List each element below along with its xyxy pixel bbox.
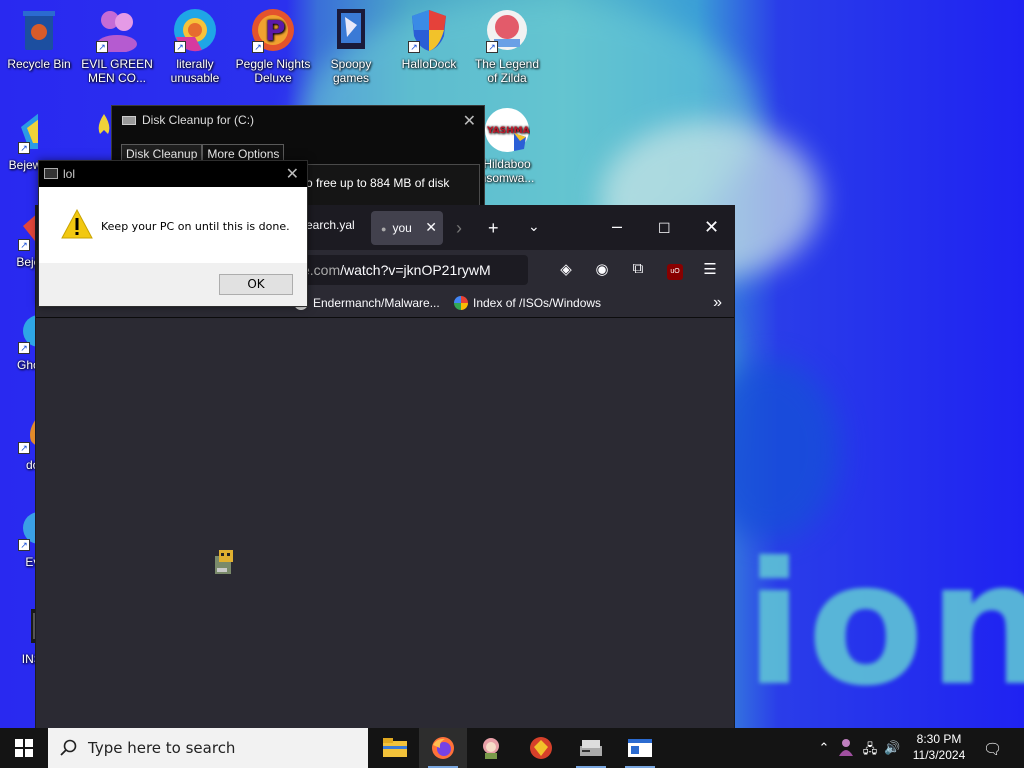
bookmark-label: Index of /ISOs/Windows (473, 296, 602, 310)
desktop-icon-label: Recycle Bin (7, 57, 71, 71)
close-window-icon[interactable]: ✕ (704, 218, 719, 236)
extensions-icon[interactable]: ⧉ (628, 260, 648, 280)
desktop-icon-bejeweled-2[interactable]: ↗ Beje Del (1, 205, 38, 269)
yashma-text: YASHMA (486, 126, 530, 136)
desktop-icon-label: Spoopy games (330, 57, 372, 85)
chrome-like-icon: ↗ (172, 7, 218, 53)
spade-icon[interactable] (94, 110, 112, 153)
zilda-icon: ↗ (484, 7, 530, 53)
desktop-icon-label: EVIL GREEN MEN CO... (81, 57, 153, 85)
chevron-up-icon[interactable]: ⌃ (816, 740, 832, 756)
yashma-icon: YASHMA (484, 107, 530, 153)
url-path: /watch?v=jknOP21rywM (340, 262, 491, 278)
recycle-bin-icon (16, 7, 62, 53)
games-folder-icon (328, 7, 374, 53)
bejeweled-icon: ↗ (16, 108, 38, 154)
shortcut-arrow-icon: ↗ (252, 41, 264, 53)
shortcut-arrow-icon: ↗ (408, 41, 420, 53)
desktop-icon-installer[interactable]: INSTA (1, 602, 38, 666)
svg-text:P: P (265, 14, 286, 47)
page-content[interactable] (36, 318, 734, 732)
desktop-icon-even[interactable]: ↗ Even (1, 505, 38, 569)
menu-icon[interactable]: ☰ (700, 260, 720, 280)
bookmark-isos[interactable]: Index of /ISOs/Windows (454, 296, 601, 310)
shield-icon: ↗ (406, 7, 452, 53)
clock-time: 8:30 PM (916, 732, 962, 746)
network-icon[interactable]: 🖧 (862, 740, 878, 756)
message-dialog[interactable]: lol ✕ Keep your PC on until this is done… (38, 160, 308, 307)
desktop-icon-literally-unusable[interactable]: ↗ literally unusable (157, 7, 233, 85)
list-tabs-icon[interactable]: ⌄ (528, 217, 540, 235)
maximize-icon[interactable]: ☐ (658, 219, 671, 237)
shortcut-arrow-icon: ↗ (18, 239, 30, 251)
notifications-icon[interactable]: 🗨 (983, 740, 1002, 758)
more-bookmarks-icon[interactable]: » (713, 294, 722, 312)
close-tab-icon[interactable]: ✕ (425, 219, 437, 236)
shortcut-arrow-icon: ↗ (174, 41, 186, 53)
disk-cleanup-title: Disk Cleanup for (C:) (142, 113, 255, 127)
shortcut-arrow-icon: ↗ (18, 539, 30, 551)
desktop-icon-recycle-bin[interactable]: Recycle Bin (1, 7, 77, 71)
people-icon: ↗ (94, 7, 140, 53)
desktop-icon-bejeweled-deluxe[interactable]: ↗ Bejew Delu (1, 108, 38, 172)
disk-cleanup-titlebar[interactable]: Disk Cleanup for (C:) ✕ (112, 106, 484, 134)
dialog-footer: OK (39, 263, 307, 306)
bookmark-label: Endermanch/Malware... (313, 296, 440, 310)
system-tray: ⌃ 🖧 🔊 8:30 PM 11/3/2024 🗨 (0, 728, 1024, 768)
desktop-icon-label: literally unusable (170, 57, 220, 85)
tab-title: you (392, 221, 412, 235)
desktop-icon-legend-of-zilda[interactable]: ↗ The Legend of Zilda (469, 7, 545, 85)
desktop-icon-label: HalloDock (401, 57, 457, 71)
tab-youtube[interactable]: ● you ✕ (371, 211, 443, 245)
ublock-icon[interactable]: uO (665, 260, 685, 280)
app-window-icon (44, 168, 58, 179)
desktop-icon-spoopy-games[interactable]: Spoopy games (313, 7, 389, 85)
dialog-title: lol (63, 167, 76, 181)
shortcut-arrow-icon: ↗ (18, 342, 30, 354)
ok-button[interactable]: OK (219, 274, 293, 295)
clock-date: 11/3/2024 (912, 748, 966, 762)
tab-search[interactable]: earch.yal (306, 218, 355, 232)
desktop-icon-peggle-nights[interactable]: P ↗ Peggle Nights Deluxe (235, 7, 311, 85)
desktop-icon-label: Hildaboo nsomwa... (479, 157, 535, 185)
taskbar: Type here to search ⌃ 🖧 🔊 8:30 PM 11/3/2… (0, 728, 1024, 768)
bookmark-endermanch[interactable]: Endermanch/Malware... (294, 296, 440, 310)
shortcut-arrow-icon: ↗ (18, 442, 30, 454)
dialog-body: Keep your PC on until this is done. (39, 187, 307, 265)
pixel-sprite (211, 548, 237, 576)
desktop-icon-label: Peggle Nights Deluxe (235, 57, 311, 85)
shortcut-arrow-icon: ↗ (18, 142, 30, 154)
pocket-icon[interactable]: ◈ (556, 260, 576, 280)
minimize-icon[interactable]: – (612, 217, 622, 235)
shortcut-arrow-icon: ↗ (96, 41, 108, 53)
drive-icon (122, 115, 136, 125)
loading-icon: ● (381, 224, 387, 234)
peggle-icon: P ↗ (250, 7, 296, 53)
account-icon[interactable]: ◉ (592, 260, 612, 280)
close-icon[interactable]: ✕ (463, 111, 476, 131)
user-icon[interactable] (838, 738, 854, 756)
new-tab-icon[interactable]: + (488, 219, 499, 237)
volume-icon[interactable]: 🔊 (884, 740, 900, 756)
desktop-icon-hallodock[interactable]: ↗ HalloDock (391, 7, 467, 71)
desktop-icon-does[interactable]: ↗ does (1, 408, 38, 472)
tab-scroll-icon[interactable]: › (456, 219, 462, 237)
desktop-icon-label: The Legend of Zilda (474, 57, 540, 85)
desktop-icon-ghost-deluxe[interactable]: ↗ Gho Del (1, 308, 38, 372)
shortcut-arrow-icon: ↗ (486, 41, 498, 53)
close-icon[interactable]: ✕ (286, 164, 299, 184)
desktop-icon-evil-green-men[interactable]: ↗ EVIL GREEN MEN CO... (79, 7, 155, 85)
dialog-message: Keep your PC on until this is done. (101, 220, 290, 233)
warning-icon (61, 208, 93, 242)
google-icon (454, 296, 468, 310)
desktop-icon-label: Bejew Delu (8, 158, 38, 172)
disk-cleanup-free-text: o free up to 884 MB of disk (306, 176, 450, 190)
wallpaper-text: ion (745, 526, 1024, 724)
dialog-titlebar[interactable]: lol ✕ (39, 161, 307, 187)
clock[interactable]: 8:30 PM 11/3/2024 (900, 731, 978, 763)
